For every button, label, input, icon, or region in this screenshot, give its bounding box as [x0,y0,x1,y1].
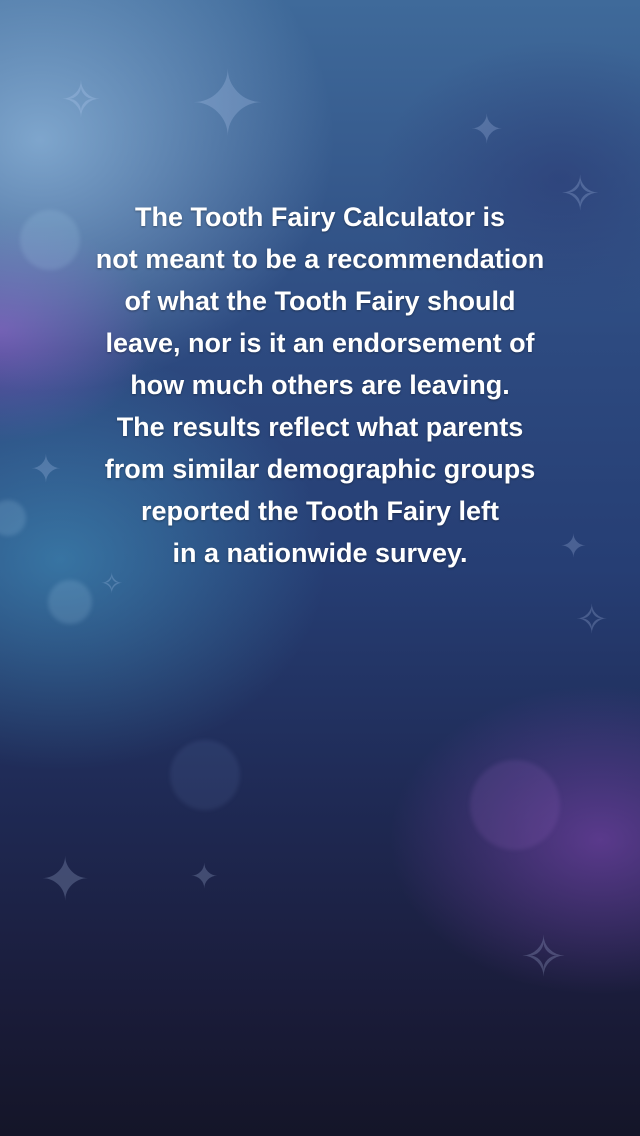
sparkle-icon: ✧ [520,925,567,990]
disclaimer-line: in a nationwide survey. [172,538,468,568]
disclaimer-line: of what the Tooth Fairy should [124,286,516,316]
sparkle-icon: ✧ [60,71,102,129]
sparkle-icon: ✦ [470,107,504,153]
sparkle-icon: ✧ [575,597,609,643]
sparkle-icon: ✦ [190,52,266,157]
bokeh-light [470,760,560,850]
disclaimer-line: The results reflect what parents [116,412,524,442]
disclaimer-line: not meant to be a recommendation [95,244,545,274]
disclaimer-line: how much others are leaving. [130,370,510,400]
disclaimer-line: leave, nor is it an endorsement of [105,328,535,358]
bokeh-light [170,740,240,810]
disclaimer-line: The Tooth Fairy Calculator is [134,202,506,232]
sparkle-icon: ✦ [190,857,219,897]
sparkle-icon: ✦ [40,845,91,915]
sparkle-icon: ✧ [100,567,124,600]
bokeh-light [48,580,92,624]
disclaimer-screen: ✦ ✧ ✦ ✧ ✦ ✧ ✦ ✦ ✧ ✦ ✧ The Tooth Fairy Ca… [0,0,640,1136]
disclaimer-line: reported the Tooth Fairy left [140,496,499,526]
disclaimer-line: from similar demographic groups [104,454,536,484]
bokeh-light [0,500,26,536]
disclaimer-text: The Tooth Fairy Calculator is not meant … [40,196,600,574]
